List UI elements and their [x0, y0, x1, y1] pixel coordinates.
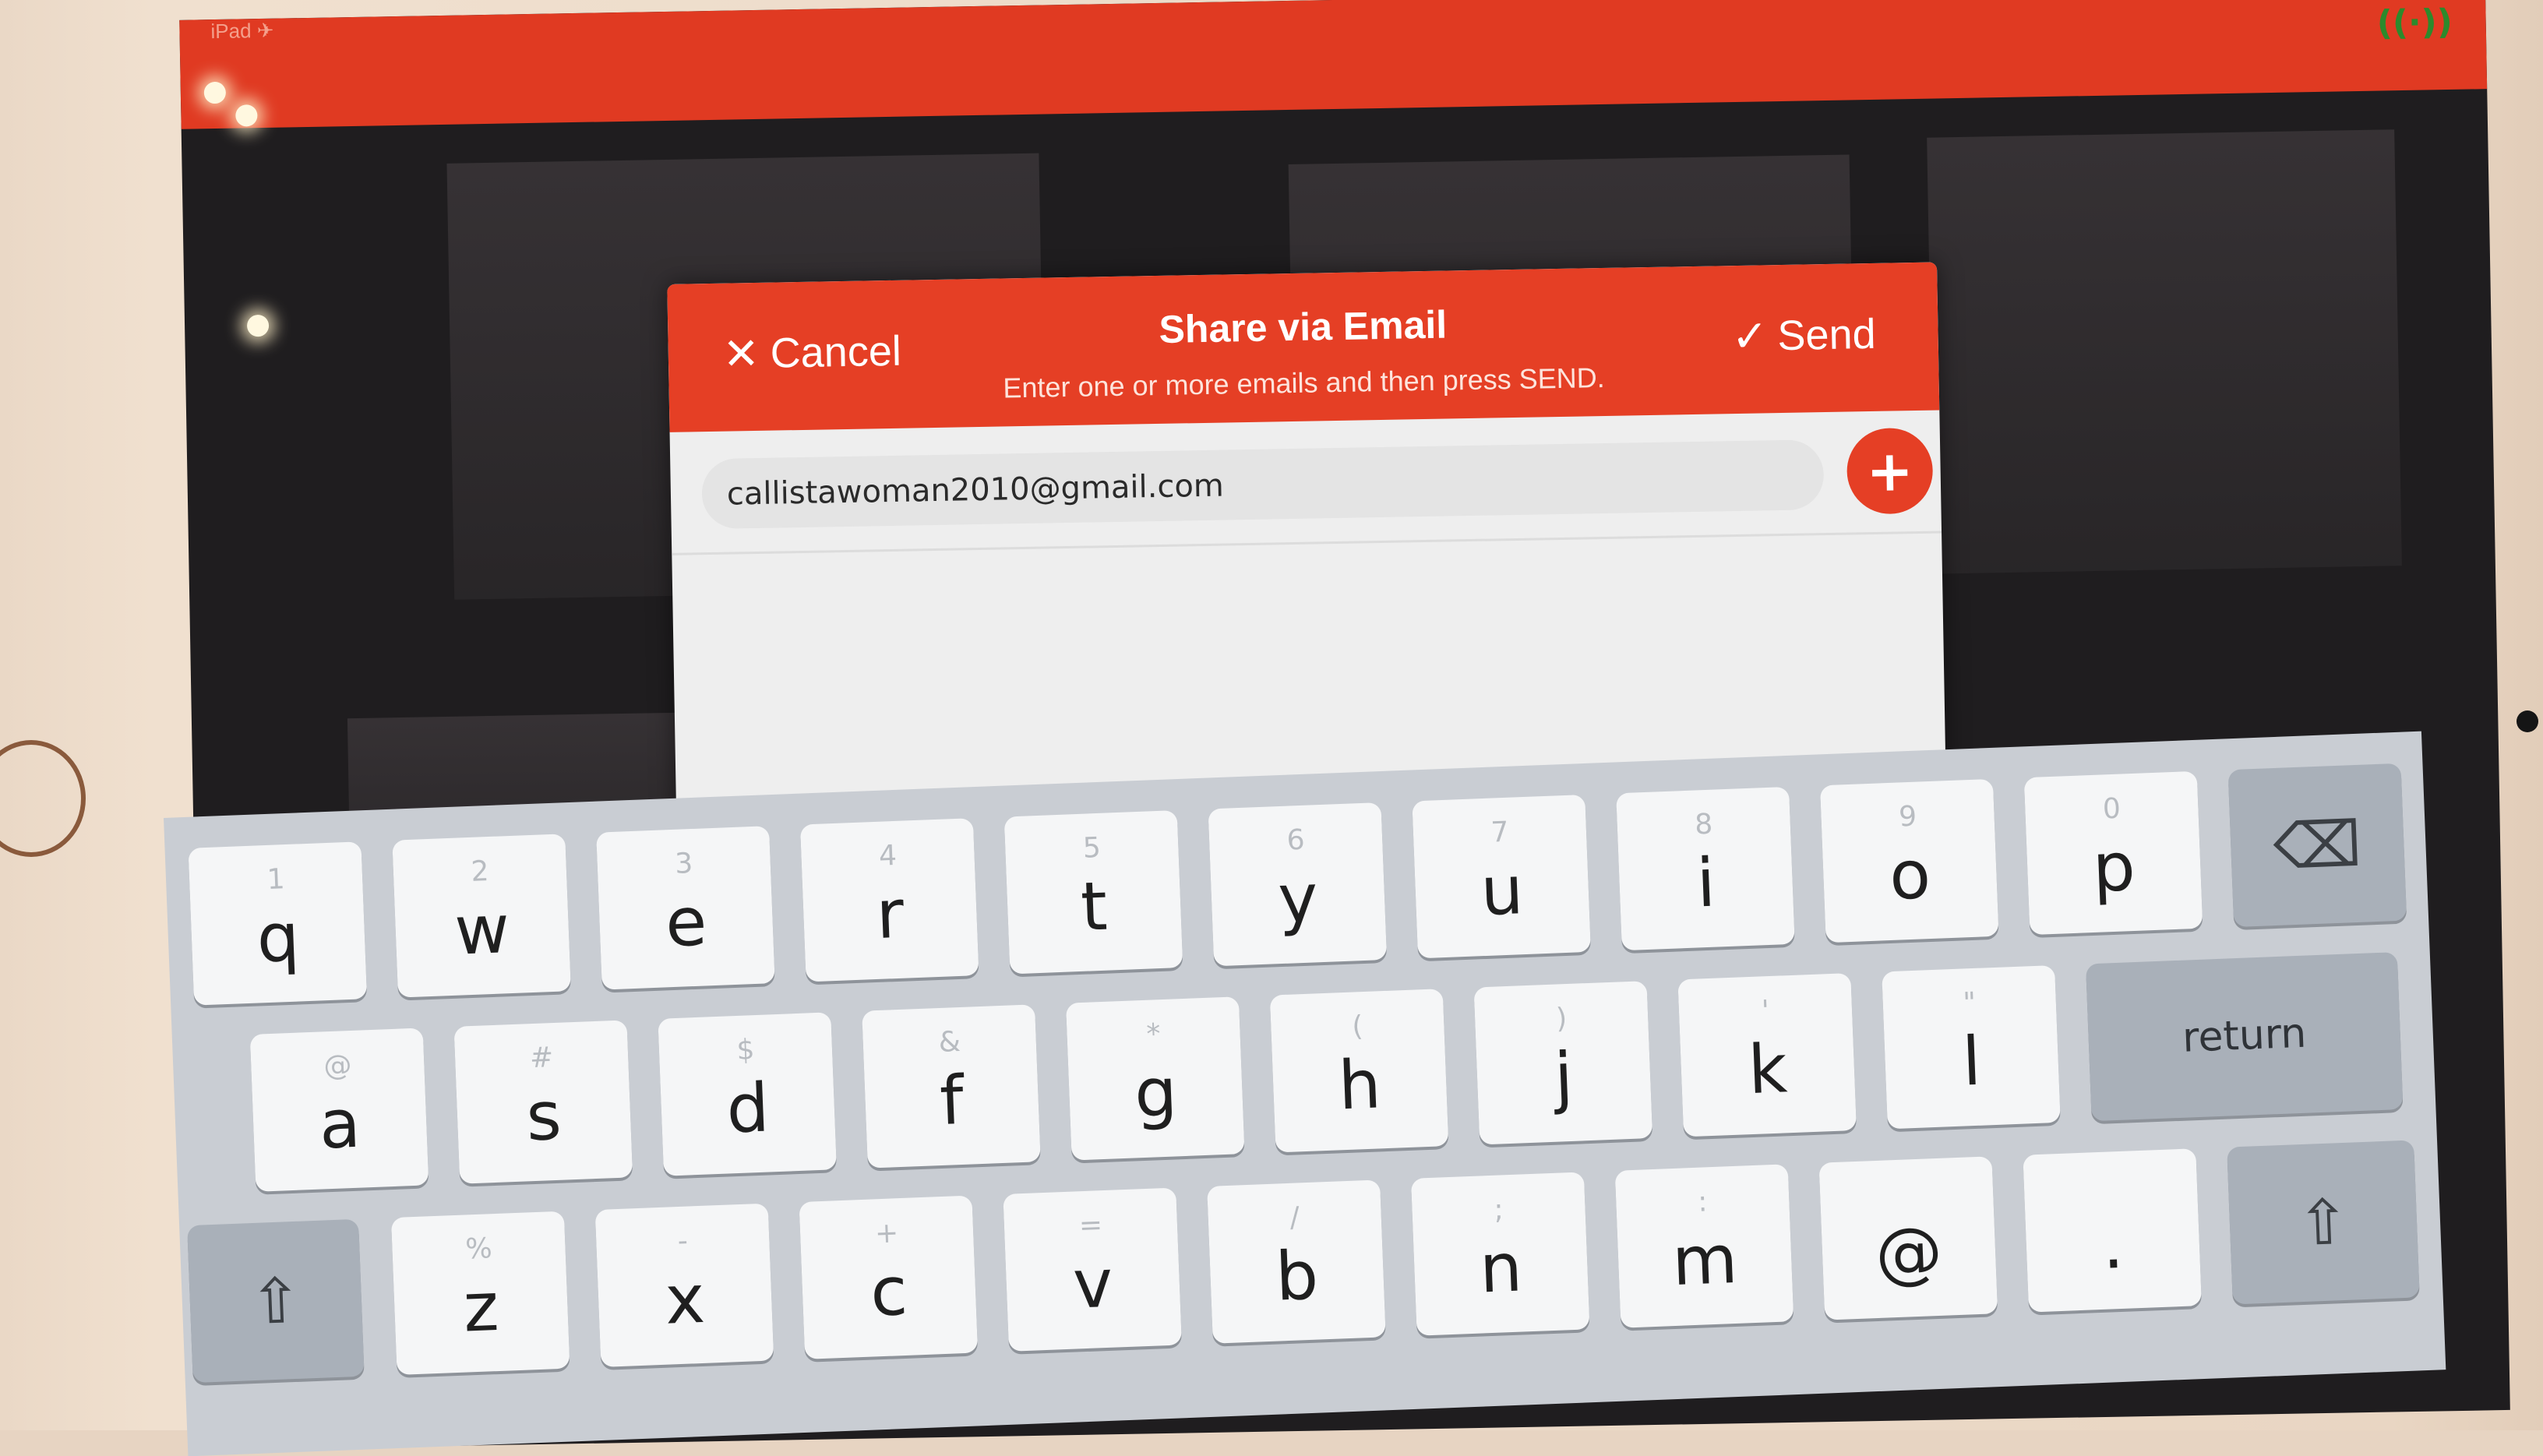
key-g[interactable]: * g — [1065, 996, 1245, 1161]
key-at[interactable]: @ — [1818, 1156, 1998, 1320]
send-button[interactable]: ✓ Send — [1731, 310, 1876, 361]
dialog-header: ✕ Cancel Share via Email Enter one or mo… — [667, 262, 1940, 432]
key-a[interactable]: @ a — [249, 1028, 429, 1192]
shift-key-right[interactable]: ⇧ — [2227, 1140, 2420, 1305]
key-i[interactable]: 8i — [1616, 786, 1795, 951]
key-e[interactable]: 3e — [596, 826, 775, 990]
key-x[interactable]: -x — [594, 1203, 774, 1367]
key-t[interactable]: 5t — [1003, 810, 1183, 975]
key-w[interactable]: 2w — [392, 834, 571, 998]
key-y[interactable]: 6y — [1208, 802, 1388, 967]
key-c[interactable]: + c — [799, 1195, 979, 1359]
key-h[interactable]: (h — [1269, 989, 1449, 1153]
key-m[interactable]: :m — [1614, 1164, 1794, 1328]
email-field-container — [701, 439, 1825, 531]
send-label: Send — [1776, 310, 1877, 360]
return-key[interactable]: return — [2086, 952, 2404, 1122]
status-carrier: iPad ✈ — [210, 18, 274, 44]
shift-key-left[interactable]: ⇧ — [187, 1218, 365, 1384]
key-r[interactable]: 4r — [799, 818, 979, 982]
plus-icon: + — [1865, 438, 1914, 505]
key-period[interactable]: . — [2023, 1148, 2202, 1313]
app-top-bar: iPad ✈ ((·)) — [179, 0, 2488, 129]
delete-key[interactable]: ⌫ — [2227, 763, 2407, 928]
key-n[interactable]: ; n — [1410, 1172, 1590, 1336]
email-field[interactable] — [725, 439, 1804, 531]
checkmark-icon: ✓ — [1731, 311, 1769, 361]
key-f[interactable]: & f — [862, 1004, 1041, 1169]
key-u[interactable]: 7u — [1412, 794, 1591, 959]
key-b[interactable]: / b — [1207, 1179, 1386, 1344]
camera-dot — [2517, 710, 2538, 732]
key-p[interactable]: 0p — [2023, 770, 2203, 936]
key-l[interactable]: " l — [1882, 964, 2061, 1130]
broadcast-icon: ((·)) — [2376, 2, 2453, 44]
light-reflection — [246, 314, 270, 337]
key-q[interactable]: 1q — [188, 841, 368, 1006]
add-email-button[interactable]: + — [1846, 427, 1934, 515]
key-d[interactable]: $ d — [658, 1012, 837, 1176]
key-o[interactable]: 9o — [1819, 778, 1999, 943]
key-j[interactable]: ) j — [1473, 981, 1653, 1145]
key-s[interactable]: # s — [453, 1020, 633, 1184]
backspace-icon: ⌫ — [2272, 807, 2363, 884]
key-z[interactable]: % z — [390, 1211, 570, 1376]
divider — [672, 531, 1942, 555]
background-photo — [1927, 129, 2402, 574]
shift-icon: ⇧ — [248, 1264, 304, 1339]
shift-icon: ⇧ — [2295, 1185, 2351, 1260]
key-v[interactable]: = v — [1003, 1187, 1182, 1352]
onscreen-keyboard: 1q 2w 3e 4r 5t 6y 7u 8i 9o 0p ⌫ @ a # s $ d… — [164, 731, 2446, 1456]
key-k[interactable]: ' k — [1677, 973, 1857, 1137]
